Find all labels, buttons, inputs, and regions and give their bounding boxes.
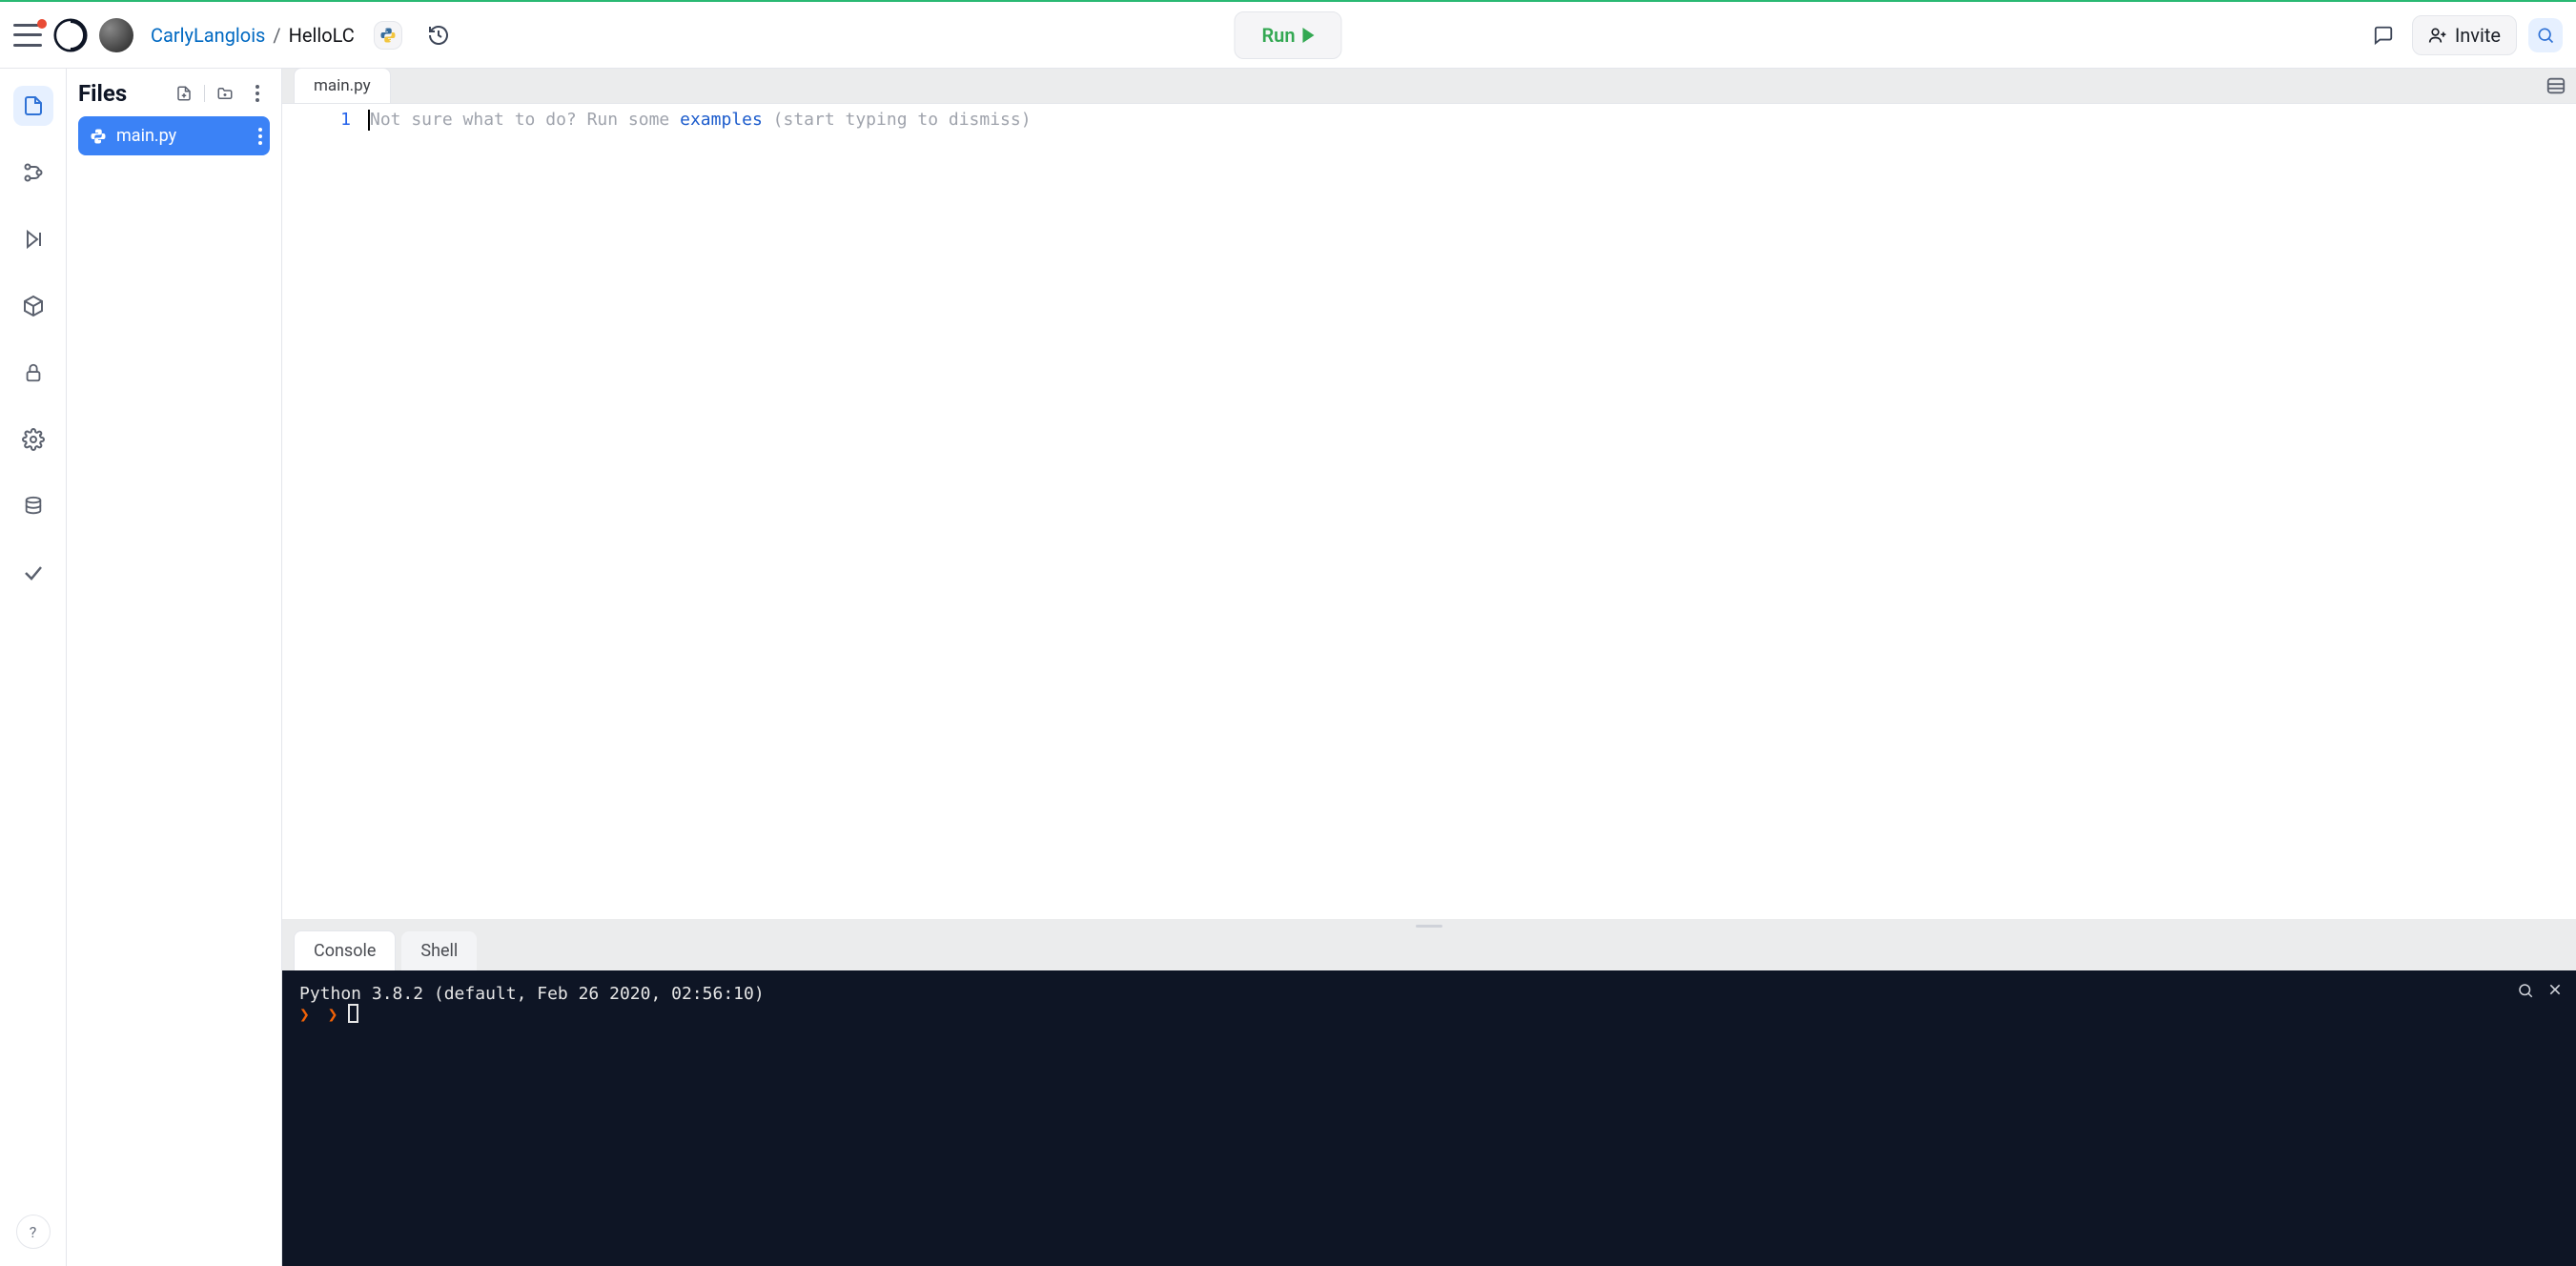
tab-shell[interactable]: Shell (401, 931, 477, 970)
new-file-icon (175, 85, 193, 102)
more-vertical-icon (256, 85, 259, 102)
tab-console[interactable]: Console (294, 930, 396, 970)
header-left: CarlyLanglois / HelloLC (13, 18, 456, 52)
console-clear-button[interactable] (2547, 982, 2563, 999)
notification-dot-icon (37, 19, 47, 29)
examples-link[interactable]: examples (680, 110, 763, 130)
console-prompt-line: ❯ ❯ (299, 1004, 2559, 1025)
header-right: Invite (2366, 15, 2563, 55)
more-vertical-icon (258, 128, 262, 145)
avatar[interactable] (99, 18, 133, 52)
console-panel[interactable]: Python 3.8.2 (default, Feb 26 2020, 02:5… (282, 970, 2576, 1266)
workspace: ? Files main.py main.p (0, 69, 2576, 1266)
breadcrumb-separator: / (273, 24, 280, 47)
rail-settings[interactable] (13, 419, 53, 459)
console-cursor-icon (348, 1004, 358, 1023)
check-icon (22, 562, 45, 584)
console-search-button[interactable] (2517, 982, 2534, 999)
layout-icon (2545, 75, 2566, 96)
rail-database[interactable] (13, 486, 53, 526)
play-icon (1303, 28, 1315, 43)
close-icon (2547, 982, 2563, 997)
replit-logo-icon[interactable] (53, 18, 88, 52)
bottom-tabs: Console Shell (282, 932, 2576, 970)
file-name: main.py (116, 126, 176, 146)
database-icon (23, 496, 44, 517)
main-pane: main.py 1 Not sure what to do? Run some … (282, 69, 2576, 1266)
side-rail: ? (0, 69, 67, 1266)
line-number: 1 (282, 110, 351, 130)
gear-icon (22, 428, 45, 451)
new-file-button[interactable] (172, 81, 196, 106)
invite-button[interactable]: Invite (2412, 15, 2517, 55)
rail-debugger[interactable] (13, 219, 53, 259)
files-panel: Files main.py (67, 69, 282, 1266)
file-tree-item[interactable]: main.py (78, 116, 270, 155)
search-icon (2536, 26, 2555, 45)
rail-secrets[interactable] (13, 353, 53, 393)
new-folder-icon (216, 85, 234, 102)
code-editor[interactable]: 1 Not sure what to do? Run some examples… (282, 103, 2576, 919)
prompt-icon: ❯ ❯ (299, 1005, 342, 1025)
chat-icon[interactable] (2366, 18, 2401, 52)
package-icon (22, 295, 45, 317)
editor-hint: Not sure what to do? Run some examples (… (370, 110, 1032, 130)
console-output-line: Python 3.8.2 (default, Feb 26 2020, 02:5… (299, 984, 2559, 1004)
breadcrumb-project[interactable]: HelloLC (289, 24, 355, 47)
file-icon (22, 94, 45, 117)
gutter: 1 (282, 104, 368, 919)
search-button[interactable] (2528, 18, 2563, 52)
branch-icon (22, 161, 45, 184)
editor-layout-button[interactable] (2545, 75, 2566, 96)
run-button[interactable]: Run (1234, 11, 1341, 59)
rail-version-control[interactable] (13, 153, 53, 193)
lock-icon (23, 362, 44, 383)
invite-label: Invite (2455, 24, 2501, 47)
editor-tab[interactable]: main.py (294, 68, 391, 103)
search-icon (2517, 982, 2534, 999)
run-button-label: Run (1261, 24, 1295, 47)
help-button[interactable]: ? (16, 1215, 51, 1249)
debugger-icon (22, 228, 45, 251)
files-title: Files (78, 80, 164, 107)
breadcrumb-user[interactable]: CarlyLanglois (151, 24, 265, 47)
language-python-icon[interactable] (374, 21, 402, 50)
new-folder-button[interactable] (213, 81, 237, 106)
invite-icon (2428, 26, 2447, 45)
rail-files[interactable] (13, 86, 53, 126)
menu-button[interactable] (13, 24, 42, 47)
pane-resize-handle[interactable] (282, 919, 2576, 932)
file-more-button[interactable] (258, 128, 262, 145)
rail-tests[interactable] (13, 553, 53, 593)
files-header: Files (78, 80, 270, 107)
app-header: CarlyLanglois / HelloLC Run Invite (0, 0, 2576, 69)
files-more-button[interactable] (245, 81, 270, 106)
header-center: Run (1234, 11, 1341, 59)
breadcrumb: CarlyLanglois / HelloLC (151, 24, 355, 47)
history-icon[interactable] (421, 18, 456, 52)
code-area[interactable]: Not sure what to do? Run some examples (… (368, 104, 2576, 919)
rail-packages[interactable] (13, 286, 53, 326)
python-file-icon (90, 128, 107, 145)
editor-tabs: main.py (282, 69, 2576, 103)
